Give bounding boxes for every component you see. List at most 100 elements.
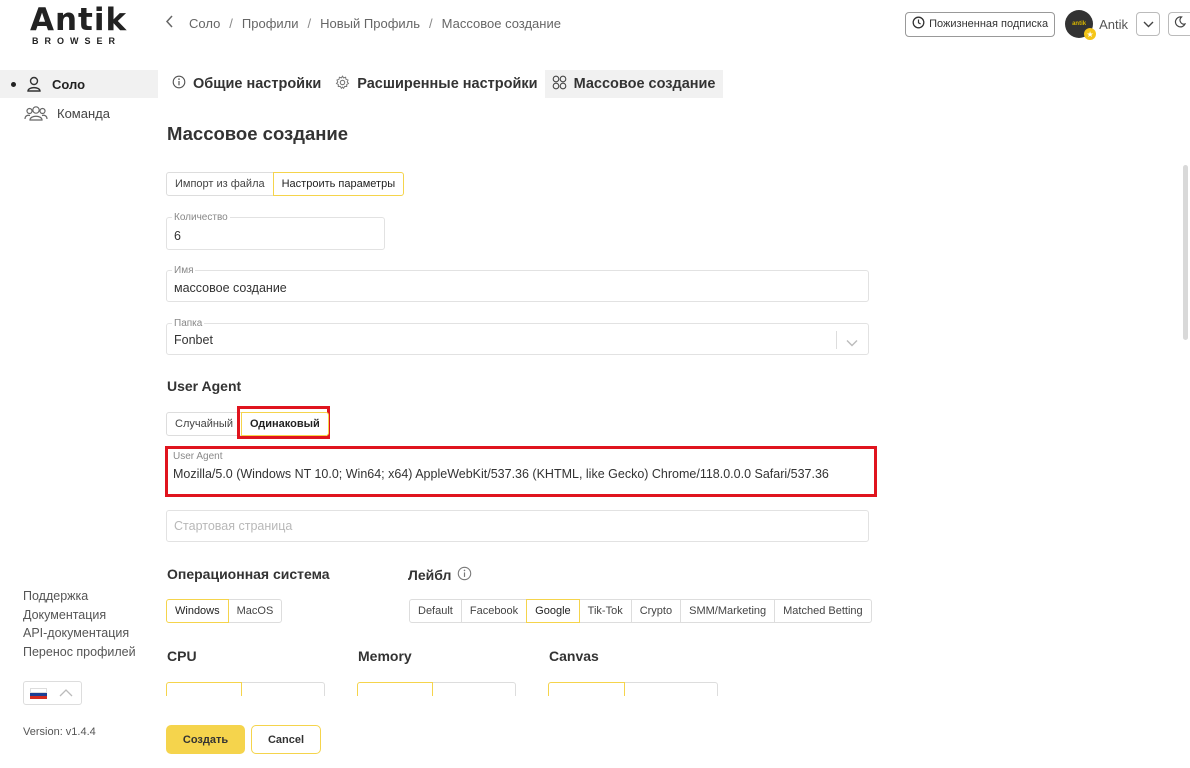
topbar-right: Пожизненная подписка antik ★ Antik [905,10,1190,40]
creation-mode-selector: Импорт из файла Настроить параметры [166,172,405,196]
label-selector: Default Facebook Google Tik-Tok Crypto S… [409,599,872,623]
logo-subtext: BROWSER [32,36,121,46]
breadcrumb-separator: / [229,15,233,31]
label-heading: Лейбл [408,567,452,583]
breadcrumb-separator: / [429,15,433,31]
folder-select[interactable]: Папка Fonbet [166,318,869,355]
sidebar-item-solo[interactable]: Соло [0,70,158,98]
label-option-crypto[interactable]: Crypto [630,599,682,623]
user-agent-field[interactable]: User Agent Mozilla/5.0 (Windows NT 10.0;… [166,451,869,489]
sidebar-links: Поддержка Документация API-документация … [23,587,136,661]
tab-advanced[interactable]: Расширенные настройки [328,70,544,98]
memory-option[interactable] [432,682,516,696]
label-option-google[interactable]: Google [526,599,580,623]
breadcrumb-separator: / [307,15,312,31]
create-button[interactable]: Создать [166,725,245,754]
tab-general[interactable]: Общие настройки [165,70,328,98]
logo-text: Antik [30,2,128,38]
breadcrumb-item-current: Массовое создание [441,15,561,31]
page-title: Массовое создание [167,123,349,144]
memory-option[interactable] [357,682,433,696]
canvas-option[interactable] [548,682,625,696]
team-icon [24,104,48,122]
same-ua-option[interactable]: Одинаковый [240,412,329,436]
support-link[interactable]: Поддержка [23,587,136,606]
canvas-heading: Canvas [549,648,599,664]
breadcrumb-item-new-profile[interactable]: Новый Профиль [320,16,420,31]
subscription-label: Пожизненная подписка [929,18,1049,30]
sidebar-item-label: Соло [52,76,86,92]
chevron-down-icon[interactable] [846,334,858,352]
user-agent-value: Mozilla/5.0 (Windows NT 10.0; Win64; x64… [173,467,829,481]
quantity-value: 6 [174,229,181,243]
label-option-smm[interactable]: SMM/Marketing [680,599,776,623]
name-value: массовое создание [174,281,287,295]
clock-icon [912,16,925,32]
macos-option[interactable]: MacOS [227,599,283,623]
back-icon[interactable] [165,15,174,31]
start-page-placeholder: Стартовая страница [174,519,293,533]
username: Antik [1099,16,1128,32]
windows-option[interactable]: Windows [166,599,229,623]
os-selector: Windows MacOS [166,599,283,623]
label-option-facebook[interactable]: Facebook [460,599,528,623]
label-option-matched-betting[interactable]: Matched Betting [774,599,872,623]
settings-tabs: Общие настройки Расширенные настройки Ма… [165,70,723,98]
avatar[interactable]: antik ★ [1065,10,1097,40]
user-menu-button[interactable] [1136,12,1160,36]
breadcrumb-item-solo[interactable]: Соло [189,16,220,31]
cancel-button[interactable]: Cancel [251,725,321,754]
tab-mass-creation[interactable]: Массовое создание [544,70,723,98]
version-text: Version: v1.4.4 [23,726,96,738]
profile-transfer-link[interactable]: Перенос профилей [23,643,136,662]
start-page-field[interactable]: Стартовая страница [166,510,869,542]
quantity-label: Количество [172,212,230,223]
user-agent-label: User Agent [173,451,223,462]
memory-selector [357,682,516,696]
logo: Antik BROWSER [30,2,130,47]
sidebar-item-team[interactable]: Команда [0,99,110,127]
quantity-field[interactable]: Количество 6 [166,212,385,250]
user-agent-mode-selector: Случайный Одинаковый [166,412,329,436]
cpu-heading: CPU [167,648,197,664]
user-agent-heading: User Agent [167,378,242,394]
os-heading: Операционная система [167,566,330,582]
cpu-option[interactable] [166,682,242,696]
chevron-down-icon [1143,15,1154,33]
name-label: Имя [172,265,196,276]
star-badge-icon: ★ [1084,28,1097,40]
canvas-selector [548,682,718,696]
name-field[interactable]: Имя массовое создание [166,265,869,302]
breadcrumb-item-profiles[interactable]: Профили [242,16,299,31]
cpu-selector [166,682,325,696]
canvas-option[interactable] [624,682,718,696]
avatar-text: antik [1072,21,1087,27]
documentation-link[interactable]: Документация [23,606,136,625]
api-documentation-link[interactable]: API-документация [23,624,136,643]
scrollbar[interactable] [1183,165,1188,340]
moon-icon [1174,15,1186,33]
active-dot [11,81,16,87]
sidebar-item-label: Команда [57,105,110,121]
grid-icon [552,75,567,94]
tab-label: Массовое создание [573,76,716,92]
configure-params-option[interactable]: Настроить параметры [272,172,405,196]
import-from-file-option[interactable]: Импорт из файла [166,172,274,196]
cpu-option[interactable] [241,682,325,696]
label-option-tiktok[interactable]: Tik-Tok [578,599,632,623]
gear-icon [335,74,350,94]
memory-heading: Memory [358,648,412,664]
info-icon [172,75,186,93]
scroll-clipped-row [0,680,1190,696]
random-ua-option[interactable]: Случайный [166,412,242,436]
subscription-button[interactable]: Пожизненная подписка [905,11,1056,37]
label-heading-row: Лейбл [408,566,472,584]
info-icon[interactable] [457,566,472,584]
breadcrumb: Соло / Профили / Новый Профиль / Массово… [165,15,561,31]
user-icon [25,75,43,93]
label-option-default[interactable]: Default [409,599,462,623]
theme-toggle-button[interactable] [1168,12,1190,36]
folder-label: Папка [172,318,205,329]
tab-label: Общие настройки [193,76,322,92]
tab-label: Расширенные настройки [357,76,538,92]
